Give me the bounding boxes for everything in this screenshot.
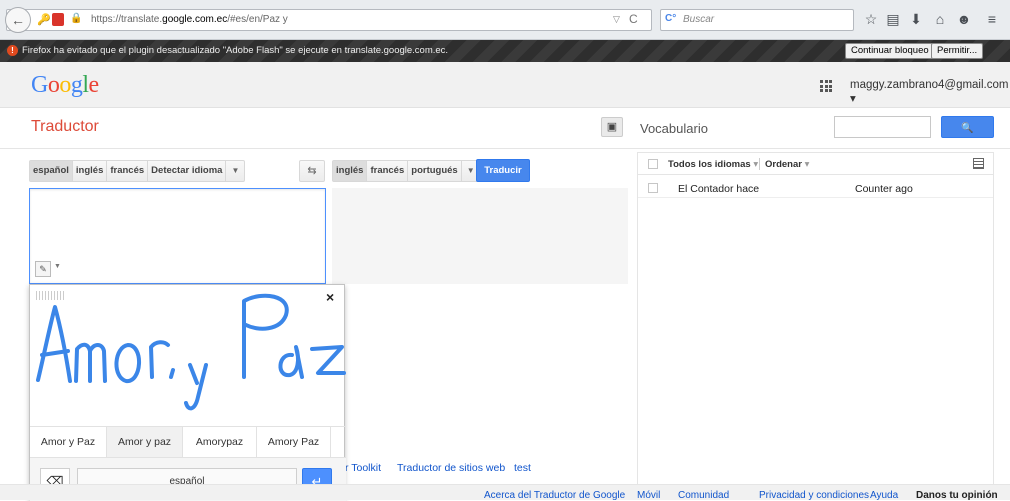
google-logo[interactable]: Google — [31, 72, 99, 99]
bookmarks-list-icon[interactable]: ▤ — [884, 11, 902, 28]
phrasebook-icon[interactable]: ▣ — [601, 117, 623, 137]
select-all-checkbox[interactable] — [648, 159, 658, 169]
ink-stroke — [114, 343, 142, 383]
translate-button[interactable]: Traducir — [476, 159, 530, 182]
divider — [0, 148, 1010, 149]
search-placeholder: Buscar — [683, 14, 715, 25]
sort-dropdown[interactable]: Ordenar ▾ — [765, 159, 809, 170]
chevron-down-icon[interactable]: ▼ — [54, 263, 61, 270]
ink-stroke — [278, 345, 304, 379]
ink-stroke — [149, 340, 170, 379]
vocabulary-target: Counter ago — [855, 183, 913, 195]
drag-handle[interactable] — [36, 291, 64, 300]
footer: Acerca del Traductor de Google Móvil Com… — [0, 484, 1010, 501]
target-language-selector: inglés francés portugués ▼ — [332, 160, 481, 182]
chevron-down-icon[interactable]: ▼ — [226, 161, 244, 181]
source-language-selector: español inglés francés Detectar idioma ▼ — [29, 160, 246, 182]
search-bar[interactable]: C° Buscar — [660, 9, 854, 31]
warning-icon: ! — [7, 45, 18, 56]
target-lang-english[interactable]: inglés — [333, 161, 368, 181]
vocabulary-source: El Contador hace — [678, 183, 760, 195]
allow-plugin-button[interactable]: Permitir... — [931, 43, 984, 59]
chevron-down-icon[interactable]: ▽ — [613, 14, 620, 25]
candidate-bar: Amor y Paz Amor y paz Amorypaz Amory Paz — [30, 426, 346, 458]
url-text[interactable]: https://translate.google.com.ec/#es/en/P… — [91, 14, 288, 25]
notification-message: Firefox ha evitado que el plugin desactu… — [22, 45, 449, 56]
home-icon[interactable]: ⌂ — [931, 11, 949, 27]
handwriting-canvas[interactable] — [30, 285, 346, 425]
language-filter-dropdown[interactable]: Todos los idiomas ▾ — [668, 159, 758, 170]
footer-link-help[interactable]: Ayuda — [870, 490, 898, 501]
continue-blocking-button[interactable]: Continuar bloqueo — [845, 43, 935, 59]
chevron-down-icon: ▾ — [804, 159, 810, 170]
close-icon[interactable]: × — [326, 289, 334, 305]
swap-languages-button[interactable]: ⇆ — [299, 160, 325, 182]
ink-stroke — [74, 342, 107, 383]
swap-icon: ⇆ — [307, 165, 317, 177]
chevron-down-icon: ▾ — [753, 159, 759, 170]
pencil-icon[interactable]: ✎ — [35, 261, 51, 277]
ink-stroke — [169, 368, 175, 379]
chat-icon[interactable]: ☻ — [955, 11, 973, 27]
plugin-icon[interactable]: 🔑 — [37, 13, 51, 26]
google-header: Google maggy.zambrano4@gmail.com ▾ — [0, 62, 1010, 108]
logo-letter: e — [88, 72, 100, 98]
logo-letter: o — [47, 72, 60, 98]
ink-stroke — [310, 345, 346, 375]
candidate-item[interactable]: Amor y paz — [107, 427, 183, 458]
bookmark-star-icon[interactable]: ☆ — [862, 11, 880, 28]
row-checkbox[interactable] — [648, 183, 658, 193]
divider — [759, 158, 760, 170]
browser-toolbar: ← 🔑 🔒 https://translate.google.com.ec/#e… — [0, 0, 1010, 40]
source-lang-french[interactable]: francés — [107, 161, 149, 181]
view-toggle-icon[interactable] — [973, 158, 984, 169]
account-menu[interactable]: maggy.zambrano4@gmail.com ▾ — [850, 79, 1010, 105]
menu-icon[interactable]: ≡ — [983, 11, 1001, 27]
handwriting-input-panel: × Amor y Paz Amor y paz Amorypaz Amory P… — [29, 284, 346, 501]
website-translator-link[interactable]: Traductor de sitios web — [397, 462, 505, 474]
ink-stroke — [184, 363, 208, 411]
search-engine-icon[interactable]: C° — [665, 13, 676, 24]
address-bar[interactable]: ← 🔑 🔒 https://translate.google.com.ec/#e… — [5, 7, 652, 33]
source-lang-detect[interactable]: Detectar idioma — [148, 161, 227, 181]
source-lang-english[interactable]: inglés — [73, 161, 108, 181]
vocabulary-panel: Todos los idiomas ▾ Ordenar ▾ El Contado… — [637, 152, 994, 490]
apps-grid-icon[interactable] — [820, 80, 832, 92]
search-icon: 🔍 — [961, 123, 974, 134]
vocabulary-search-button[interactable]: 🔍 — [941, 116, 994, 138]
lock-icon[interactable]: 🔒 — [70, 13, 82, 24]
reload-icon[interactable]: C — [629, 12, 638, 26]
language-filter-label: Todos los idiomas — [668, 159, 751, 170]
target-lang-french[interactable]: francés — [367, 161, 409, 181]
page-title: Traductor — [31, 118, 99, 135]
source-lang-spanish[interactable]: español — [30, 161, 73, 181]
logo-letter: G — [31, 72, 48, 98]
vocabulary-header: Todos los idiomas ▾ Ordenar ▾ — [638, 153, 993, 175]
vocabulary-title: Vocabulario — [640, 121, 708, 136]
sort-label: Ordenar — [765, 159, 802, 170]
footer-link-mobile[interactable]: Móvil — [637, 490, 660, 501]
translation-result-area — [332, 188, 628, 284]
blocked-plugin-icon[interactable] — [52, 13, 64, 26]
logo-letter: o — [59, 72, 71, 98]
ink-stroke — [36, 305, 72, 383]
source-text-area[interactable]: ✎ ▼ — [29, 188, 326, 284]
plugin-notification-bar: ! Firefox ha evitado que el plugin desac… — [0, 40, 1010, 62]
vocabulary-search-input[interactable] — [834, 116, 931, 138]
download-icon[interactable]: ⬇ — [907, 11, 925, 28]
back-button[interactable]: ← — [5, 7, 31, 33]
candidate-item[interactable]: Amorypaz — [183, 427, 257, 458]
logo-letter: g — [70, 72, 83, 98]
footer-link-feedback[interactable]: Danos tu opinión — [916, 490, 998, 501]
footer-link-privacy[interactable]: Privacidad y condiciones — [759, 490, 869, 501]
candidate-item[interactable]: Amor y Paz — [30, 427, 107, 458]
toolkit-link[interactable]: r Toolkit — [345, 462, 381, 474]
candidate-item[interactable]: Amory Paz — [257, 427, 331, 458]
target-lang-portuguese[interactable]: portugués — [408, 161, 462, 181]
footer-link-community[interactable]: Comunidad — [678, 490, 729, 501]
footer-link-about[interactable]: Acerca del Traductor de Google — [484, 490, 625, 501]
test-link[interactable]: test — [514, 462, 531, 474]
divider — [638, 197, 993, 198]
